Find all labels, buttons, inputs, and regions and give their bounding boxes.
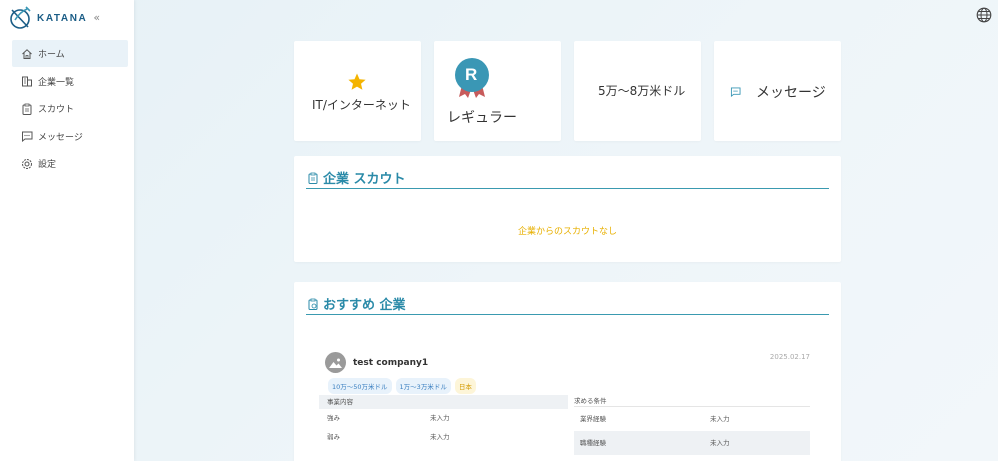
row-key: 強み — [327, 414, 340, 422]
row-key: 業界経験 — [580, 415, 606, 423]
messages-card[interactable]: メッセージ — [714, 41, 841, 141]
row-key: 弱み — [327, 433, 340, 441]
sidebar-item-messages[interactable]: メッセージ — [12, 123, 128, 150]
sidebar-item-label: ホーム — [38, 50, 65, 60]
scout-header: 企業 スカウト — [306, 167, 829, 189]
sidebar-item-label: 設定 — [38, 160, 57, 170]
row-value: 未入力 — [430, 414, 450, 422]
rank-label: レギュラー — [447, 110, 517, 126]
company-avatar — [325, 352, 346, 373]
industry-card: IT/インターネット — [294, 41, 421, 141]
clipboard-check-icon — [308, 298, 318, 310]
scout-empty-message: 企業からのスカウトなし — [517, 227, 617, 237]
home-icon — [21, 48, 33, 60]
sidebar-item-scout[interactable]: スカウト — [12, 95, 128, 122]
katana-logo-icon — [10, 6, 31, 29]
clipboard-icon — [308, 172, 318, 184]
chat-icon — [21, 130, 33, 142]
app-name: KATANA — [37, 12, 88, 24]
table-row: 弱み 未入力 — [319, 428, 568, 447]
salary-value: 5万～8万米ドル — [598, 84, 686, 98]
messages-label: メッセージ — [756, 85, 826, 101]
industry-value: IT/インターネット — [312, 98, 411, 112]
scout-title: 企業 スカウト — [323, 172, 406, 187]
rank-card: R レギュラー — [434, 41, 561, 141]
salary-card: 5万～8万米ドル — [574, 41, 701, 141]
sidebar-item-label: スカウト — [38, 105, 75, 115]
language-globe-icon[interactable] — [976, 7, 992, 23]
collapse-sidebar-icon[interactable]: « — [93, 11, 100, 24]
rank-letter: R — [465, 65, 478, 84]
tag-country: 日本 — [454, 378, 476, 394]
sidebar-item-home[interactable]: ホーム — [12, 40, 128, 67]
row-key: 職種経験 — [580, 439, 606, 447]
sidebar-item-settings[interactable]: 設定 — [12, 150, 128, 177]
tag-salary: 1万～3万米ドル — [395, 378, 451, 394]
company-name[interactable]: test company1 — [353, 358, 428, 368]
requirements-header: 求める条件 — [574, 395, 810, 407]
building-icon — [21, 75, 33, 87]
table-row: 職種経験 未入力 — [574, 431, 810, 455]
table-row: 強み 未入力 — [319, 409, 568, 428]
business-header: 事業内容 — [319, 395, 568, 409]
tag-revenue: 10万～50万米ドル — [328, 378, 392, 394]
recommended-title: おすすめ 企業 — [323, 298, 406, 313]
gear-icon — [21, 158, 33, 170]
sidebar-nav: ホーム 企業一覧 スカウト メッセージ 設定 — [12, 40, 128, 178]
star-icon — [348, 73, 366, 90]
business-table: 事業内容 強み 未入力 弱み 未入力 — [319, 395, 568, 447]
sidebar: KATANA « ホーム 企業一覧 スカウト メッセージ 設定 — [0, 0, 134, 461]
company-card[interactable]: test company1 — [325, 352, 428, 373]
row-value: 未入力 — [430, 433, 450, 441]
row-value: 未入力 — [710, 415, 730, 423]
company-tags: 10万～50万米ドル 1万～3万米ドル 日本 — [328, 378, 480, 394]
sidebar-item-label: メッセージ — [38, 132, 83, 143]
row-value: 未入力 — [710, 439, 730, 447]
recommended-section: おすすめ 企業 test company1 2025.02.17 10万～50万… — [294, 282, 841, 461]
recommended-header: おすすめ 企業 — [306, 293, 829, 315]
logo[interactable]: KATANA « — [8, 6, 100, 30]
company-date: 2025.02.17 — [769, 353, 810, 361]
image-placeholder-icon — [329, 358, 342, 368]
sidebar-item-companies[interactable]: 企業一覧 — [12, 68, 128, 95]
sidebar-item-label: 企業一覧 — [38, 77, 75, 88]
requirements-table: 求める条件 業界経験 未入力 職種経験 未入力 — [574, 395, 810, 455]
scout-section: 企業 スカウト 企業からのスカウトなし — [294, 156, 841, 262]
message-icon — [730, 87, 741, 97]
clipboard-icon — [21, 103, 33, 115]
table-row: 業界経験 未入力 — [574, 407, 810, 431]
